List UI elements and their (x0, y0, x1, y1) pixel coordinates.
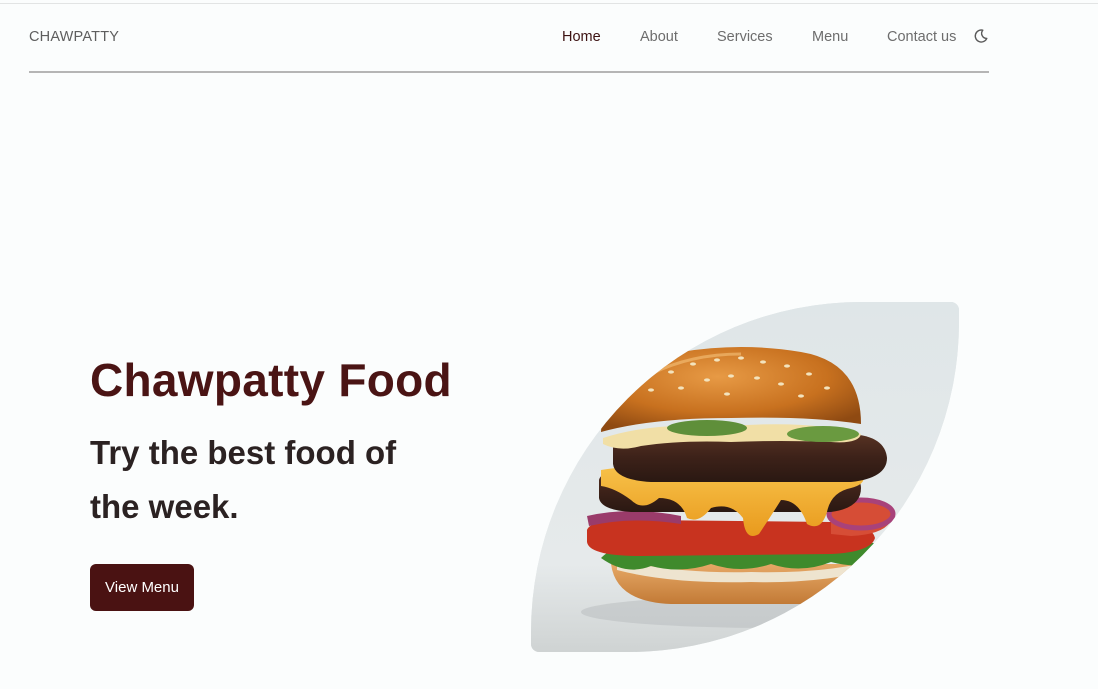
hero-subtitle: Try the best food of the week. (90, 434, 397, 525)
hero-burger-image (531, 302, 959, 652)
nav-item-home[interactable]: Home (562, 29, 601, 45)
view-menu-button[interactable]: View Menu (90, 564, 194, 611)
nav-item-about[interactable]: About (640, 29, 678, 45)
nav-item-services[interactable]: Services (717, 29, 773, 45)
nav-item-contact[interactable]: Contact us (887, 29, 956, 45)
site-logo[interactable]: CHAWPATTY (29, 29, 119, 45)
site-header: CHAWPATTY Home About Services Menu Conta… (29, 4, 989, 73)
hero-title: Chawpatty Food (90, 354, 452, 406)
burger-illustration (531, 302, 959, 652)
moon-icon[interactable] (973, 28, 989, 44)
nav-item-menu[interactable]: Menu (812, 29, 848, 45)
